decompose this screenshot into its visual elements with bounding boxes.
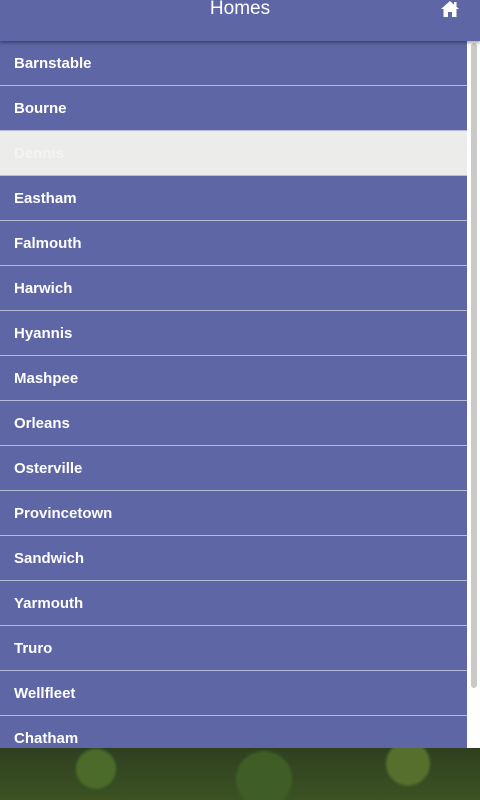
list-item[interactable]: Yarmouth [0,581,467,626]
list-item[interactable]: Mashpee [0,356,467,401]
list-item-label: Eastham [14,189,77,207]
list-item-label: Falmouth [14,234,82,252]
list-item[interactable]: Barnstable [0,41,467,86]
list-item-label: Dennis [14,144,65,162]
page-title: Homes [209,0,271,19]
list-item[interactable]: Provincetown [0,491,467,536]
list-item-label: Hyannis [14,324,73,342]
list-item[interactable]: Osterville [0,446,467,491]
list-item[interactable]: Orleans [0,401,467,446]
scrollbar[interactable] [467,41,480,748]
list-item-label: Yarmouth [14,594,84,612]
list-item-label: Sandwich [14,549,85,567]
list-item[interactable]: Eastham [0,176,467,221]
list-item-label: Harwich [14,279,73,297]
list-item-label: Mashpee [14,369,79,387]
list-item[interactable]: Sandwich [0,536,467,581]
list-item-label: Truro [14,639,53,657]
home-button[interactable] [440,0,460,18]
list-item[interactable]: Wellfleet [0,671,467,716]
app-header: Homes [0,0,480,41]
scrollbar-thumb[interactable] [471,43,477,688]
town-list: Barnstable Bourne Dennis Eastham Falmout… [0,41,467,748]
list-item-selected[interactable]: Dennis [0,131,467,176]
list-item-label: Provincetown [14,504,113,522]
list-item-label: Bourne [14,99,67,117]
list-item[interactable]: Bourne [0,86,467,131]
home-icon [441,1,459,17]
list-item-label: Orleans [14,414,70,432]
list-item-label: Wellfleet [14,684,76,702]
background-image [0,748,480,800]
list-item[interactable]: Falmouth [0,221,467,266]
list-item[interactable]: Hyannis [0,311,467,356]
list-item[interactable]: Chatham [0,716,467,748]
list-item-label: Chatham [14,729,79,747]
list-item[interactable]: Truro [0,626,467,671]
list-item[interactable]: Harwich [0,266,467,311]
list-item-label: Barnstable [14,54,92,72]
list-item-label: Osterville [14,459,83,477]
